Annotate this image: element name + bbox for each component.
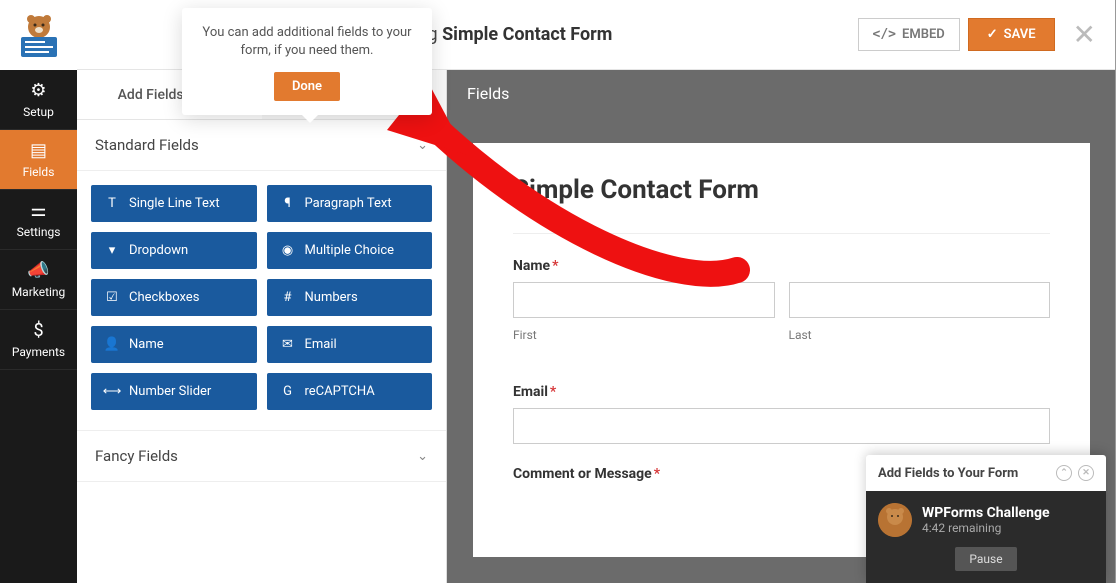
email-input[interactable] <box>513 408 1050 444</box>
field-type-icon: ▾ <box>103 243 121 258</box>
field-type-label: Single Line Text <box>129 196 220 211</box>
field-type-button[interactable]: # Numbers <box>267 279 433 316</box>
challenge-popup: Add Fields to Your Form ⌃ ✕ <box>866 455 1106 583</box>
done-button[interactable]: Done <box>274 72 340 101</box>
sidebar-item-payments[interactable]: $ Payments <box>0 310 77 370</box>
sidebar-item-setup[interactable]: ⚙ Setup <box>0 70 77 130</box>
sidebar-item-settings[interactable]: ⚌ Settings <box>0 190 77 250</box>
sidebar-label: Settings <box>17 225 61 239</box>
field-type-icon: ✉ <box>279 337 297 352</box>
standard-fields-grid: T Single Line Text ¶ Paragraph Text ▾ Dropdow… <box>77 171 446 430</box>
minimize-icon[interactable]: ⌃ <box>1056 465 1072 481</box>
sidebar-item-marketing[interactable]: 📣 Marketing <box>0 250 77 310</box>
required-asterisk: * <box>552 258 558 274</box>
challenge-head-label: Add Fields to Your Form <box>878 466 1018 481</box>
field-type-button[interactable]: 👤 Name <box>91 326 257 363</box>
last-name-input[interactable] <box>789 282 1051 318</box>
sidebar: ⚙ Setup ▤ Fields ⚌ Settings 📣 Marketing … <box>0 0 77 583</box>
required-asterisk: * <box>654 466 660 482</box>
divider <box>513 233 1050 234</box>
sliders-icon: ⚌ <box>30 200 46 221</box>
email-label: Email* <box>513 384 1050 400</box>
section-label: Fancy Fields <box>95 447 178 465</box>
embed-button[interactable]: </> EMBED <box>858 18 960 51</box>
field-type-label: Dropdown <box>129 243 188 258</box>
challenge-remaining: 4:42 remaining <box>922 521 1050 535</box>
field-type-button[interactable]: ¶ Paragraph Text <box>267 185 433 222</box>
section-label: Standard Fields <box>95 136 199 154</box>
chevron-down-icon: ⌄ <box>417 138 428 153</box>
preview-header: Fields <box>447 70 1116 117</box>
wpforms-logo <box>0 0 77 70</box>
sidebar-item-fields[interactable]: ▤ Fields <box>0 130 77 190</box>
field-type-icon: 👤 <box>103 337 121 352</box>
field-type-button[interactable]: T Single Line Text <box>91 185 257 222</box>
section-fancy-fields[interactable]: Fancy Fields ⌄ <box>77 430 446 482</box>
field-type-icon: ⟷ <box>103 384 121 399</box>
close-icon[interactable]: ✕ <box>1073 18 1096 51</box>
form-name: Simple Contact Form <box>442 24 612 45</box>
save-button[interactable]: ✓ SAVE <box>968 18 1055 51</box>
sidebar-label: Setup <box>23 105 54 119</box>
name-label: Name* <box>513 258 1050 274</box>
required-asterisk: * <box>550 384 556 400</box>
first-sublabel: First <box>513 328 775 342</box>
challenge-title: WPForms Challenge <box>922 505 1050 521</box>
dollar-icon: $ <box>33 320 43 341</box>
field-type-label: Paragraph Text <box>305 196 392 211</box>
gear-icon: ⚙ <box>30 80 46 101</box>
name-field[interactable]: Name* First Last <box>513 258 1050 362</box>
field-type-label: Numbers <box>305 290 358 305</box>
field-type-icon: T <box>103 196 121 211</box>
last-sublabel: Last <box>789 328 1051 342</box>
sidebar-label: Marketing <box>12 285 66 299</box>
megaphone-icon: 📣 <box>27 260 49 281</box>
field-type-button[interactable]: ⟷ Number Slider <box>91 373 257 410</box>
first-name-input[interactable] <box>513 282 775 318</box>
pause-button[interactable]: Pause <box>955 547 1016 571</box>
fields-panel: Add Fields ⌄ Field Options › Standard Fi… <box>77 70 447 583</box>
field-type-button[interactable]: ✉ Email <box>267 326 433 363</box>
field-type-label: Name <box>129 337 164 352</box>
field-type-button[interactable]: GreCAPTCHA <box>267 373 433 410</box>
field-type-icon: ☑ <box>103 290 121 305</box>
wpforms-logo-small <box>878 503 912 537</box>
check-icon: ✓ <box>987 27 998 42</box>
field-type-button[interactable]: ▾ Dropdown <box>91 232 257 269</box>
preview-header-label: Fields <box>467 84 509 103</box>
list-icon: ▤ <box>30 140 47 161</box>
email-field[interactable]: Email* <box>513 384 1050 444</box>
sidebar-label: Payments <box>12 345 65 359</box>
field-type-icon: # <box>279 290 297 305</box>
onboarding-popover: You can add additional fields to your fo… <box>182 8 432 115</box>
field-type-label: reCAPTCHA <box>305 384 375 399</box>
save-label: SAVE <box>1004 27 1036 42</box>
field-type-label: Number Slider <box>129 384 211 399</box>
close-icon[interactable]: ✕ <box>1078 465 1094 481</box>
sidebar-label: Fields <box>23 165 55 179</box>
section-standard-fields[interactable]: Standard Fields ⌄ <box>77 120 446 171</box>
field-type-label: Checkboxes <box>129 290 199 305</box>
field-type-label: Email <box>305 337 337 352</box>
field-type-icon: G <box>279 384 297 399</box>
embed-label: EMBED <box>902 27 945 42</box>
chevron-down-icon: ⌄ <box>417 449 428 464</box>
bear-logo-icon <box>15 11 63 59</box>
popover-text: You can add additional fields to your fo… <box>200 24 414 60</box>
field-type-label: Multiple Choice <box>305 243 395 258</box>
field-type-button[interactable]: ☑ Checkboxes <box>91 279 257 316</box>
field-type-icon: ¶ <box>279 196 297 211</box>
code-icon: </> <box>873 27 896 42</box>
field-type-icon: ◉ <box>279 243 297 258</box>
form-title: Simple Contact Form <box>513 175 1050 205</box>
field-type-button[interactable]: ◉ Multiple Choice <box>267 232 433 269</box>
tab-label: Add Fields <box>118 87 184 103</box>
